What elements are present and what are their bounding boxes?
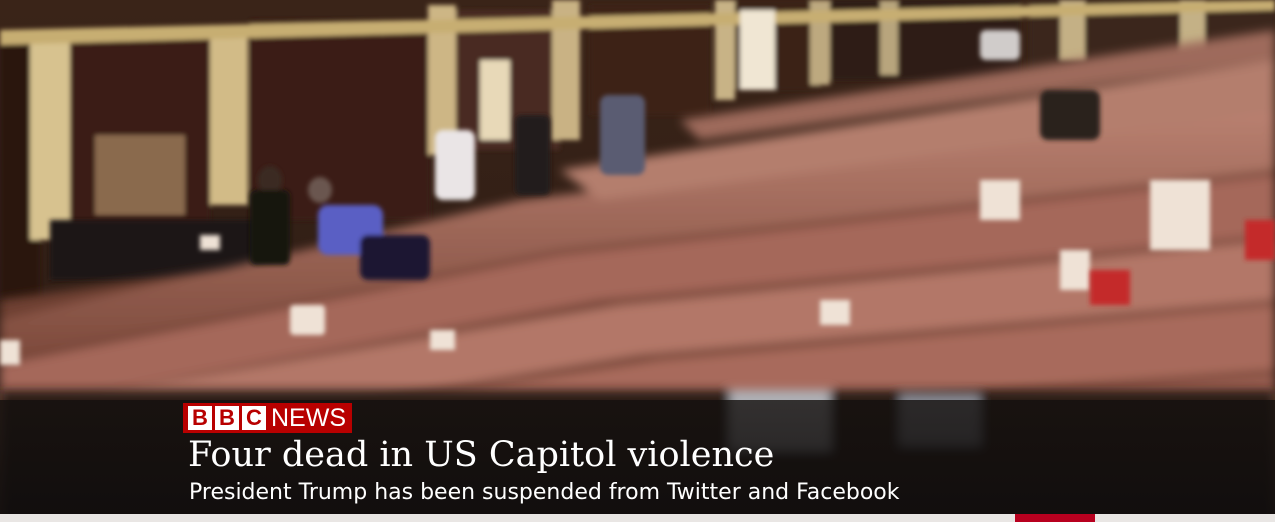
headline-caption: Four dead in US Capitol violence	[188, 435, 775, 475]
ticker-accent	[1015, 514, 1095, 522]
bbc-letter-b1: B	[188, 406, 212, 430]
bbc-letter-c: C	[242, 406, 266, 430]
subheadline-caption: President Trump has been suspended from …	[189, 480, 900, 505]
video-frame: B B C NEWS Four dead in US Capitol viole…	[0, 0, 1275, 522]
bbc-news-logo: B B C NEWS	[183, 403, 352, 433]
news-ticker-strip	[0, 514, 1275, 522]
bbc-blocks: B B C	[188, 406, 266, 430]
bbc-letter-b2: B	[215, 406, 239, 430]
news-wordmark: NEWS	[271, 404, 346, 432]
